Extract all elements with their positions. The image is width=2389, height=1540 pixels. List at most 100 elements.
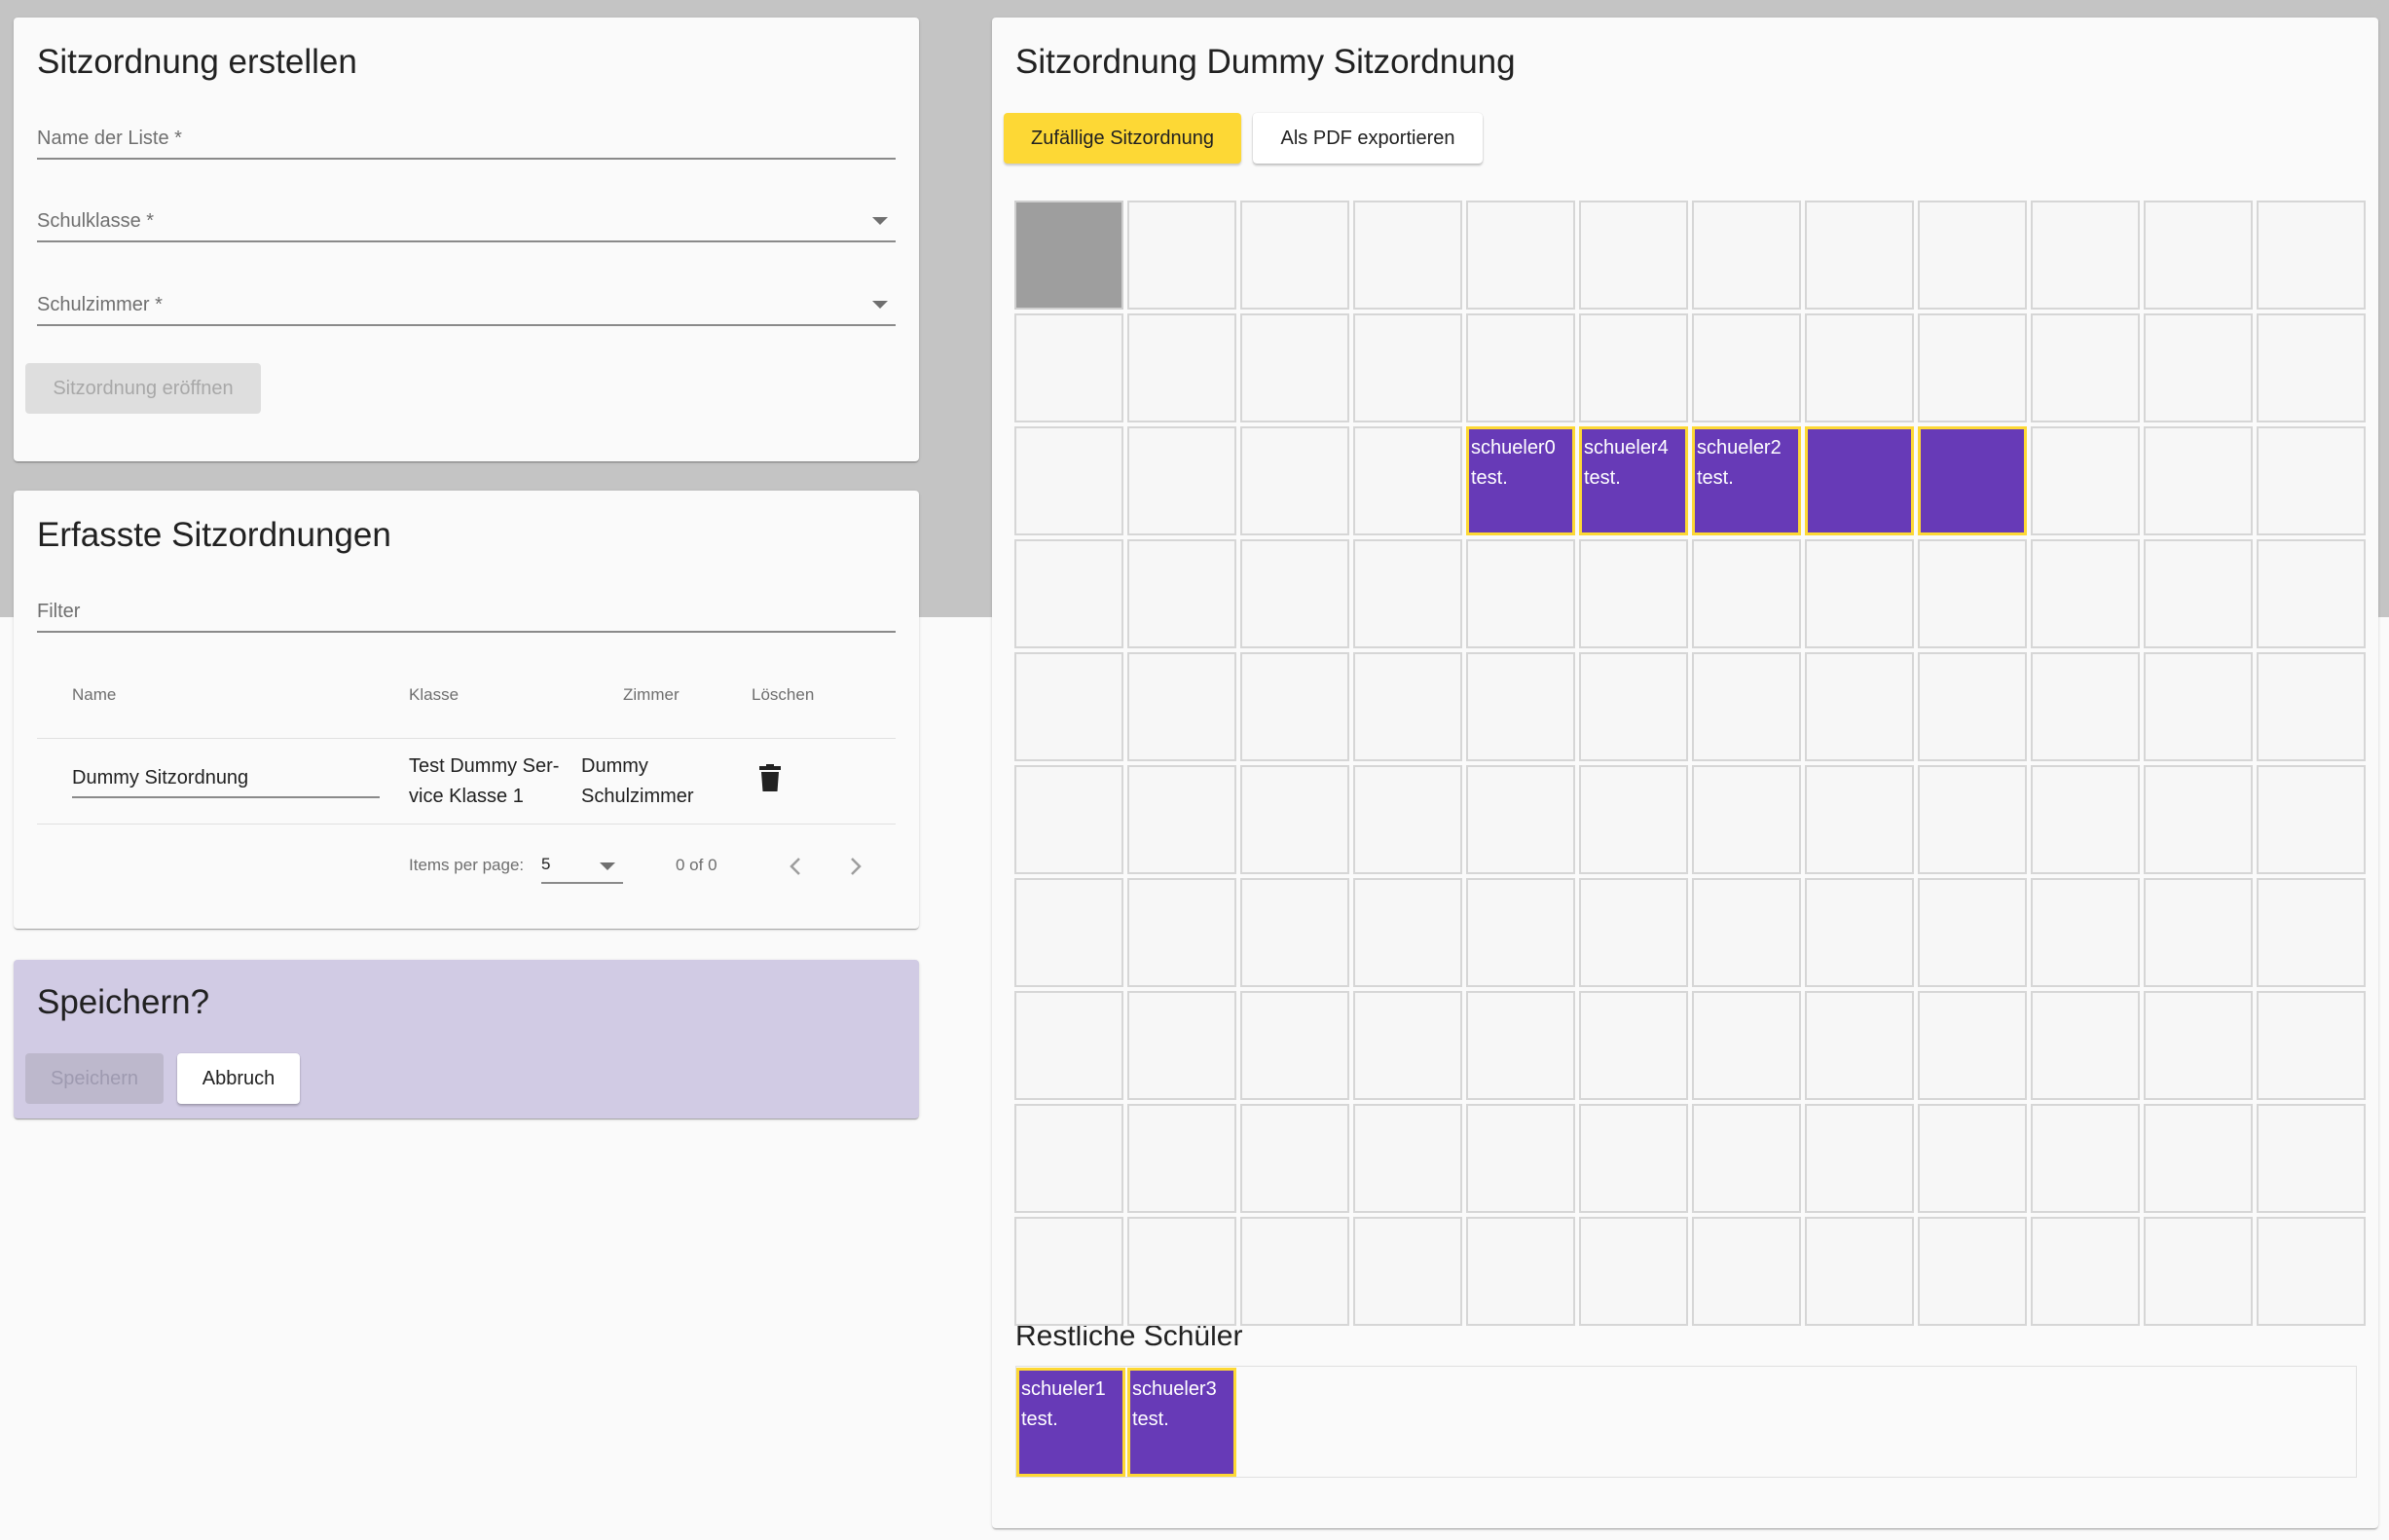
seat-cell[interactable] [1579, 201, 1688, 310]
seat-cell[interactable] [1014, 765, 1123, 874]
student-seat[interactable]: schueler0 test. [1466, 426, 1575, 535]
trash-icon[interactable] [759, 764, 781, 791]
seat-cell[interactable] [1353, 1217, 1462, 1326]
seat-cell[interactable] [1579, 1217, 1688, 1326]
seat-cell[interactable] [2144, 1217, 2253, 1326]
seat-cell[interactable] [1805, 878, 1914, 987]
seat-cell[interactable] [1918, 991, 2027, 1100]
open-seating-button[interactable]: Sitzordnung eröffnen [25, 363, 261, 414]
page-size-select[interactable]: 5 [541, 851, 623, 884]
seat-cell[interactable] [1805, 313, 1914, 422]
save-button[interactable]: Speichern [25, 1053, 164, 1104]
seat-cell[interactable] [1918, 1104, 2027, 1213]
seat-cell[interactable] [2031, 765, 2140, 874]
seat-cell[interactable] [1466, 765, 1575, 874]
seat-cell[interactable] [2257, 426, 2366, 535]
seat-cell[interactable] [1353, 991, 1462, 1100]
seat-cell[interactable] [1127, 765, 1236, 874]
student-seat[interactable]: schueler2 test. [1692, 426, 1801, 535]
row-name-field[interactable]: Dummy Sitzordnung [72, 759, 380, 798]
seat-cell[interactable] [1579, 878, 1688, 987]
seat-cell[interactable] [2257, 1217, 2366, 1326]
seat-cell[interactable] [2144, 652, 2253, 761]
list-name-field[interactable]: Name der Liste * [37, 119, 896, 160]
seat-cell[interactable] [2031, 313, 2140, 422]
seat-cell[interactable] [1127, 878, 1236, 987]
seat-cell[interactable] [1014, 426, 1123, 535]
seat-cell[interactable] [2144, 991, 2253, 1100]
seat-cell[interactable] [1579, 539, 1688, 648]
seat-cell[interactable] [2144, 1104, 2253, 1213]
filter-input[interactable]: Filter [37, 592, 896, 633]
seat-cell[interactable] [1805, 1217, 1914, 1326]
seat-cell[interactable] [2257, 201, 2366, 310]
remaining-student[interactable]: schueler1 test. [1016, 1368, 1125, 1477]
seat-cell[interactable] [1918, 1217, 2027, 1326]
seat-cell[interactable] [2031, 539, 2140, 648]
seat-cell[interactable] [2257, 313, 2366, 422]
seat-cell[interactable] [1353, 426, 1462, 535]
seat-cell[interactable] [1014, 1217, 1123, 1326]
seat-cell[interactable] [1466, 313, 1575, 422]
seat-cell[interactable] [1579, 313, 1688, 422]
seat-cell[interactable] [1579, 765, 1688, 874]
seat-cell[interactable] [1014, 652, 1123, 761]
seat-cell[interactable] [1353, 878, 1462, 987]
seat-cell[interactable] [1127, 426, 1236, 535]
seat-cell[interactable] [1127, 1217, 1236, 1326]
seat-cell[interactable] [2031, 426, 2140, 535]
student-seat[interactable] [1805, 426, 1914, 535]
seat-cell[interactable] [1692, 313, 1801, 422]
seat-cell[interactable] [1127, 652, 1236, 761]
seat-cell[interactable] [1918, 652, 2027, 761]
seat-cell[interactable] [1014, 991, 1123, 1100]
seat-cell[interactable] [1805, 201, 1914, 310]
cancel-button[interactable]: Abbruch [177, 1053, 300, 1104]
seat-cell[interactable] [1692, 991, 1801, 1100]
remaining-student[interactable]: schueler3 test. [1127, 1368, 1236, 1477]
seat-cell[interactable] [1240, 991, 1349, 1100]
column-header-name[interactable]: Name [72, 685, 116, 705]
seat-cell[interactable] [1127, 539, 1236, 648]
seat-cell[interactable] [1466, 878, 1575, 987]
seat-cell[interactable] [1014, 1104, 1123, 1213]
seat-cell[interactable] [1014, 313, 1123, 422]
seat-cell[interactable] [1918, 313, 2027, 422]
seat-cell[interactable] [1805, 539, 1914, 648]
seat-cell[interactable] [1918, 201, 2027, 310]
seat-cell[interactable] [1127, 1104, 1236, 1213]
seat-cell[interactable] [1353, 539, 1462, 648]
chevron-left-icon[interactable] [785, 855, 808, 878]
seat-cell[interactable] [1240, 426, 1349, 535]
seat-cell[interactable] [2257, 1104, 2366, 1213]
teacher-desk[interactable] [1014, 201, 1123, 310]
room-select[interactable]: Schulzimmer * [37, 285, 896, 326]
seat-cell[interactable] [1466, 1104, 1575, 1213]
seat-cell[interactable] [1240, 201, 1349, 310]
student-seat[interactable] [1918, 426, 2027, 535]
seat-cell[interactable] [1353, 1104, 1462, 1213]
seat-cell[interactable] [1805, 765, 1914, 874]
seat-cell[interactable] [1353, 201, 1462, 310]
column-header-room[interactable]: Zimmer [623, 685, 680, 705]
seat-cell[interactable] [2144, 201, 2253, 310]
seat-cell[interactable] [1353, 765, 1462, 874]
seat-cell[interactable] [1805, 991, 1914, 1100]
seat-cell[interactable] [1353, 652, 1462, 761]
seat-cell[interactable] [1240, 765, 1349, 874]
seat-cell[interactable] [1579, 991, 1688, 1100]
random-seating-button[interactable]: Zufällige Sitzordnung [1004, 113, 1241, 164]
seat-cell[interactable] [1805, 652, 1914, 761]
seat-cell[interactable] [1692, 1104, 1801, 1213]
seat-cell[interactable] [2031, 201, 2140, 310]
seat-cell[interactable] [2031, 878, 2140, 987]
export-pdf-button[interactable]: Als PDF exportieren [1253, 113, 1483, 164]
seat-cell[interactable] [1466, 652, 1575, 761]
seat-cell[interactable] [1466, 201, 1575, 310]
seat-cell[interactable] [1466, 991, 1575, 1100]
chevron-right-icon[interactable] [843, 855, 866, 878]
seat-cell[interactable] [1127, 313, 1236, 422]
seat-cell[interactable] [2144, 878, 2253, 987]
student-seat[interactable]: schueler4 test. [1579, 426, 1688, 535]
seat-cell[interactable] [1918, 539, 2027, 648]
